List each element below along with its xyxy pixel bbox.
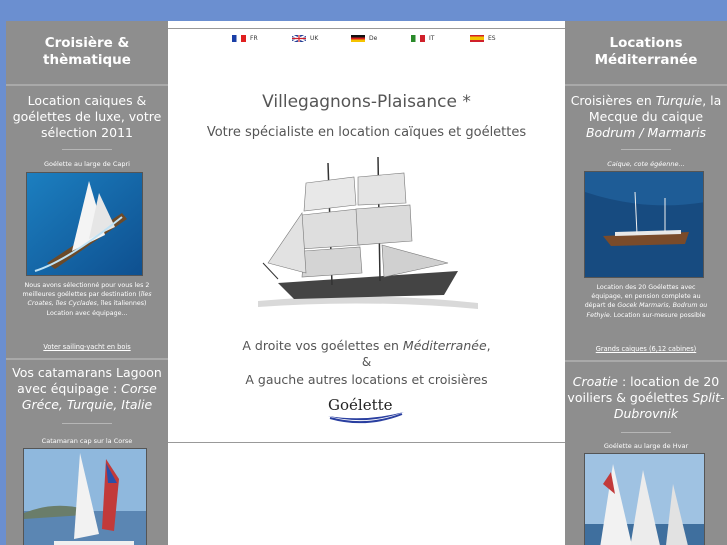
- german-flag-icon: [351, 35, 365, 42]
- tall-ship-illustration: [258, 153, 478, 315]
- caique-aegean-photo[interactable]: [584, 171, 704, 278]
- language-selector: FR UK De IT ES: [168, 35, 565, 47]
- divider: [6, 84, 168, 86]
- right-sidebar: Locations Méditerranée Croisières en Tur…: [565, 21, 727, 545]
- separator: [621, 432, 671, 433]
- flag-uk[interactable]: UK: [292, 35, 318, 42]
- spanish-flag-icon: [470, 35, 484, 42]
- left-sidebar: Croisière & thèmatique Location caiques …: [6, 21, 168, 545]
- schooner-hvar-photo[interactable]: [584, 453, 705, 545]
- site-subtitle: Votre spécialiste en location caïques et…: [206, 125, 527, 140]
- left-section2-caption: Catamaran cap sur la Corse: [41, 437, 133, 445]
- main-content: FR UK De IT ES Villegagnons-Plaisance * …: [168, 21, 565, 545]
- center-amp: &: [361, 355, 372, 369]
- divider: [565, 360, 727, 362]
- uk-flag-icon: [292, 35, 306, 42]
- separator: [62, 423, 112, 424]
- right-section2-title: Croatie : location de 20 voiliers & goél…: [567, 374, 725, 421]
- left-section2-title: Vos catamarans Lagoon avec équipage : Co…: [12, 365, 162, 412]
- schooner-capri-photo[interactable]: [26, 172, 143, 276]
- flag-de[interactable]: De: [351, 35, 377, 42]
- left-section1-desc: Nous avons sélectionné pour vous les 2 m…: [22, 282, 152, 317]
- right-section1-caption: Caique, cote égéenne...: [607, 160, 685, 168]
- site-title: Villegagnons-Plaisance *: [262, 92, 471, 112]
- right-section2-caption: Goélette au large de Hvar: [603, 442, 689, 450]
- right-header: Locations Méditerranée: [594, 35, 698, 68]
- left-header: Croisière & thèmatique: [43, 35, 131, 68]
- left-section1-caption: Goélette au large de Capri: [43, 160, 130, 168]
- flag-it[interactable]: IT: [411, 35, 434, 42]
- divider: [6, 358, 168, 360]
- flag-es[interactable]: ES: [470, 35, 496, 42]
- center-line1: A droite vos goélettes en Méditerranée,: [242, 338, 491, 353]
- center-line2: A gauche autres locations et croisières: [245, 372, 488, 387]
- sailing-yacht-link[interactable]: Voter sailing-yacht en bois: [6, 343, 168, 351]
- catamaran-corse-photo[interactable]: [23, 448, 147, 545]
- grands-caiques-link[interactable]: Grands caiques (6,12 cabines): [565, 345, 727, 353]
- flag-fr[interactable]: FR: [232, 35, 258, 42]
- right-section1-title: Croisières en Turquie, la Mecque du caiq…: [570, 93, 722, 140]
- separator: [62, 149, 112, 150]
- goelette-logo[interactable]: Goélette: [326, 396, 406, 426]
- divider: [565, 84, 727, 86]
- right-section1-desc: Location des 20 Goélettes avec équipage,…: [584, 284, 708, 319]
- left-section1-title: Location caiques & goélettes de luxe, vo…: [12, 93, 162, 140]
- french-flag-icon: [232, 35, 246, 42]
- separator: [621, 149, 671, 150]
- italian-flag-icon: [411, 35, 425, 42]
- top-rule: [168, 28, 565, 29]
- bottom-rule: [168, 442, 565, 443]
